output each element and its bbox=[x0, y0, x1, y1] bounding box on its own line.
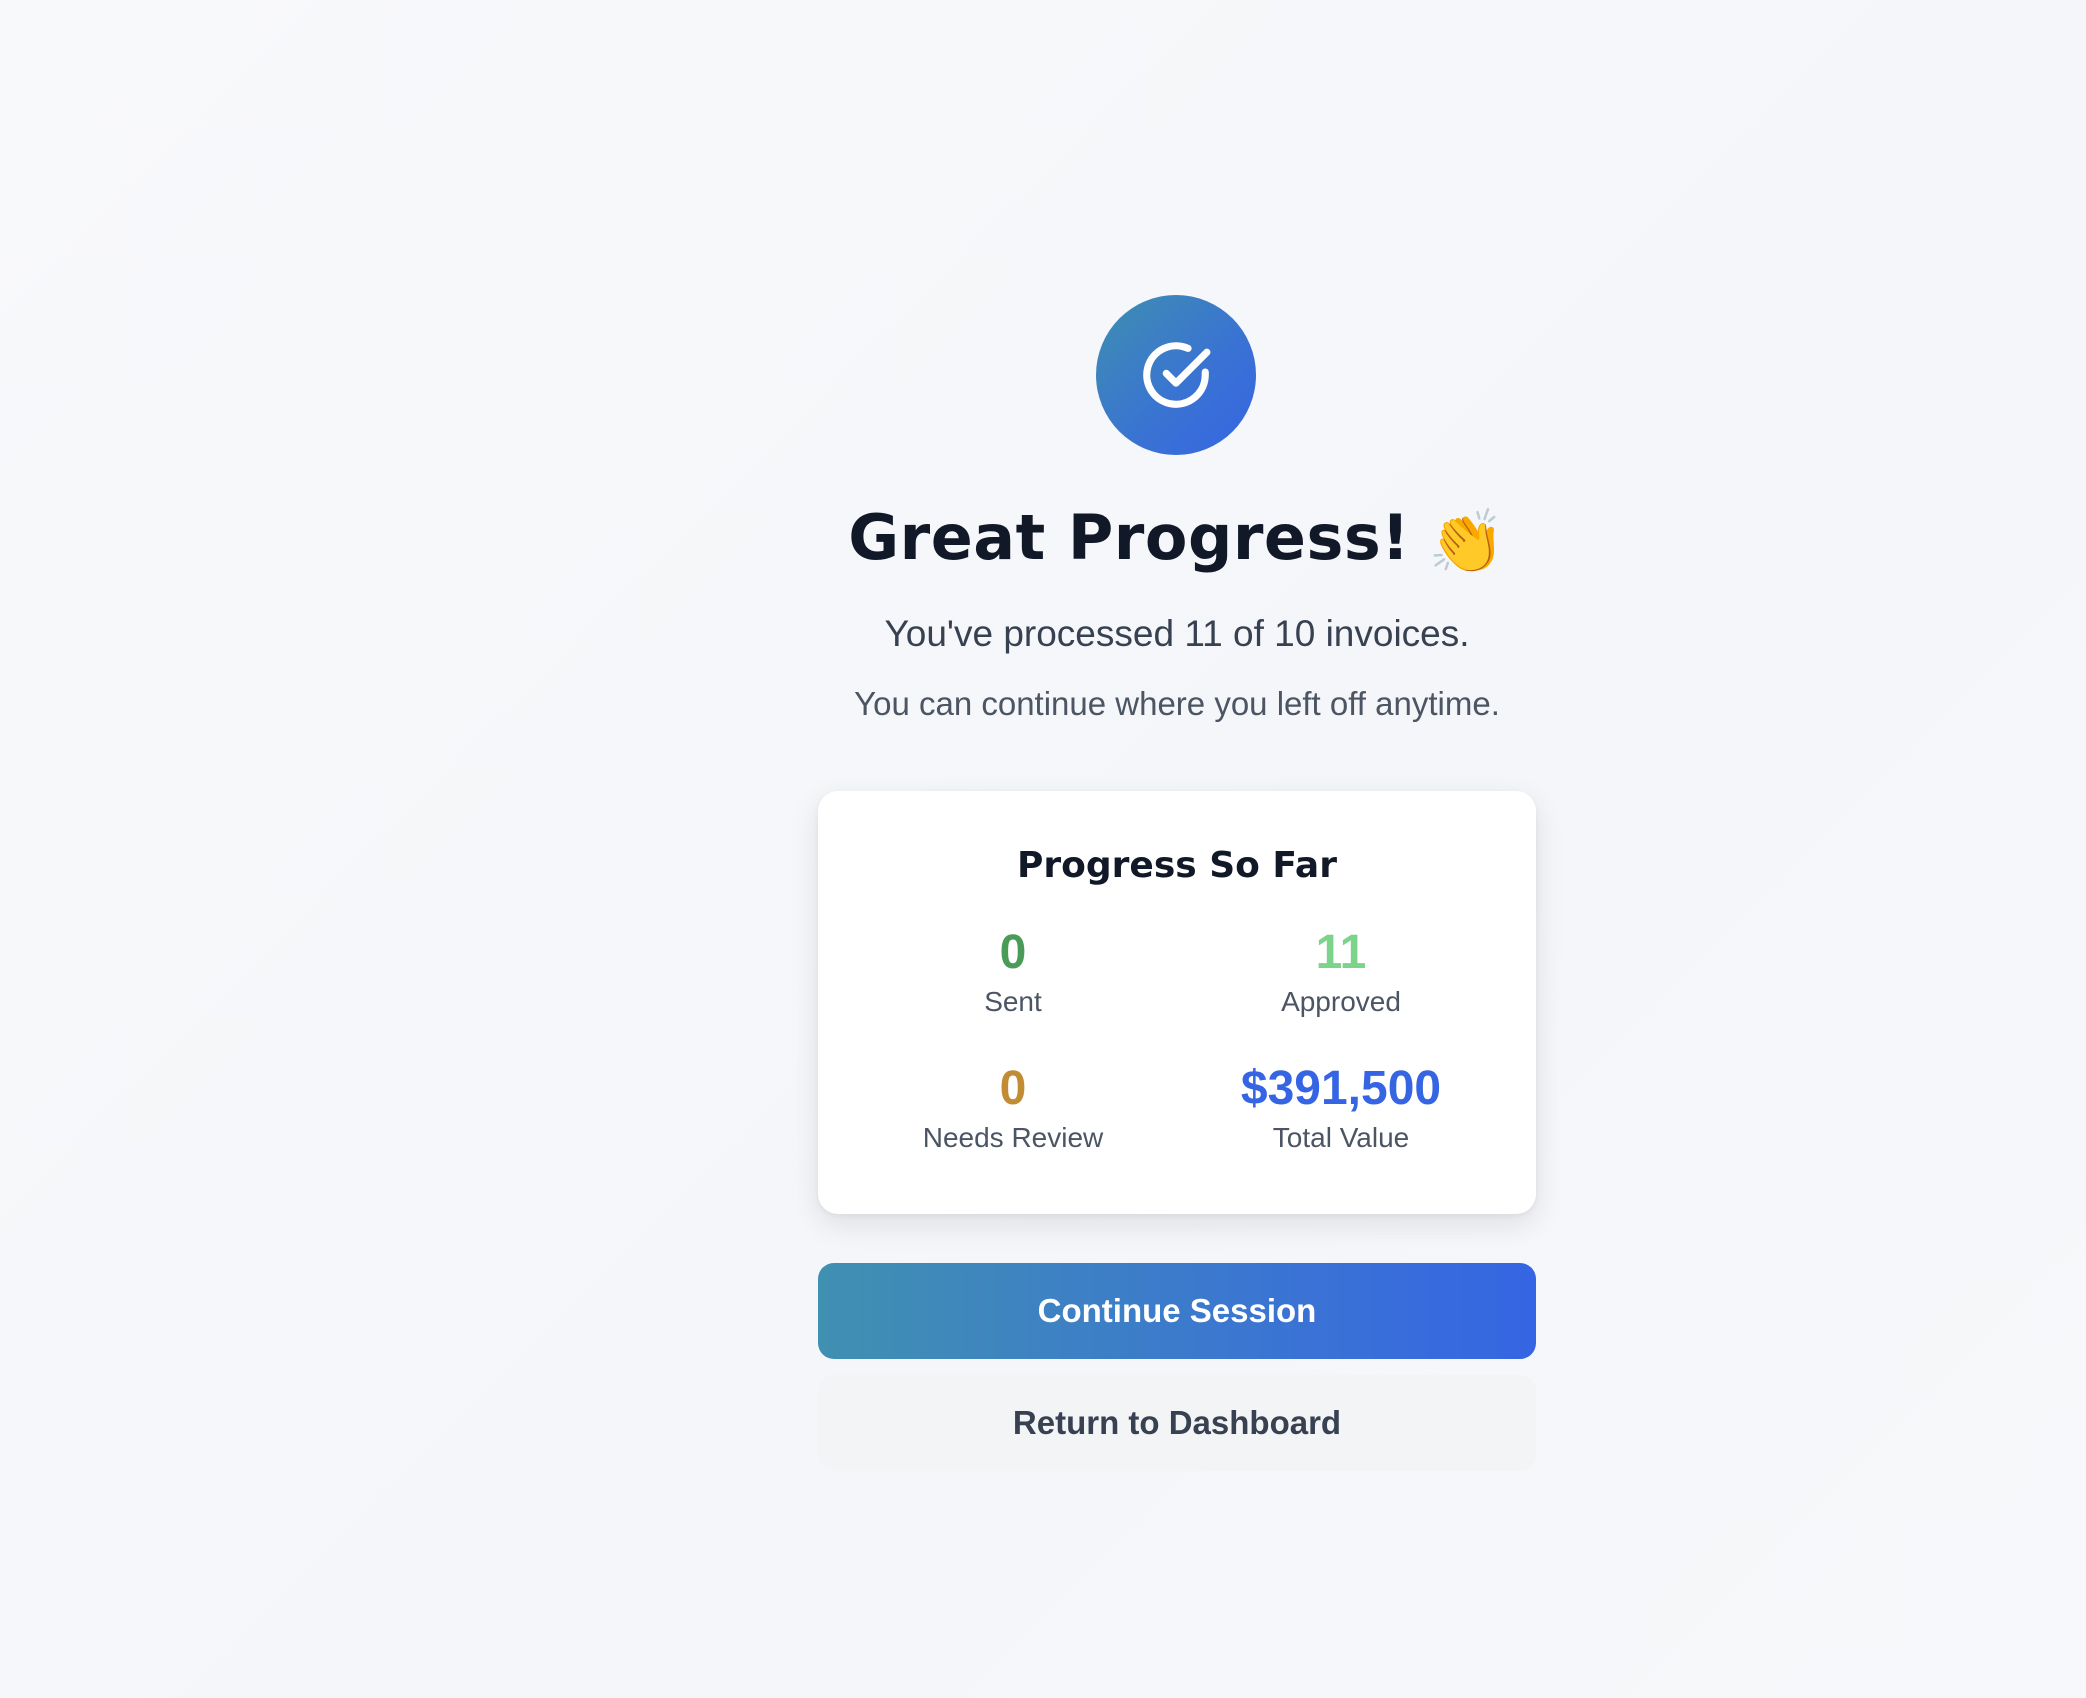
continue-session-button[interactable]: Continue Session bbox=[818, 1263, 1536, 1359]
stat-approved-label: Approved bbox=[1281, 986, 1401, 1017]
stat-needs-review-label: Needs Review bbox=[922, 1122, 1104, 1153]
success-badge bbox=[1096, 295, 1256, 455]
stat-sent-label: Sent bbox=[984, 986, 1042, 1017]
clapping-hands-icon: 👏 bbox=[1428, 505, 1506, 578]
return-to-dashboard-button[interactable]: Return to Dashboard bbox=[818, 1375, 1536, 1471]
progress-card-title: Progress So Far bbox=[1017, 845, 1337, 886]
stat-needs-review-value: 0 bbox=[999, 1062, 1027, 1115]
title-text: Great Progress! bbox=[848, 501, 1411, 574]
progress-summary: You've processed 11 of 10 invoices. bbox=[884, 613, 1470, 654]
stat-sent: 0 Sent bbox=[863, 924, 1163, 1020]
stat-total-value-label: Total Value bbox=[1272, 1122, 1410, 1153]
stat-needs-review: 0 Needs Review bbox=[863, 1060, 1163, 1156]
stat-total-value-amount: $391,500 bbox=[1240, 1062, 1442, 1115]
stat-approved-value: 11 bbox=[1315, 926, 1367, 979]
page-title: Great Progress! 👏 bbox=[818, 498, 1536, 582]
progress-card: Progress So Far 0 Sent 11 Approved 0 Nee… bbox=[818, 791, 1536, 1214]
stat-sent-value: 0 bbox=[999, 926, 1027, 979]
stat-approved: 11 Approved bbox=[1191, 924, 1491, 1020]
check-circle-icon bbox=[1143, 342, 1211, 408]
resume-hint: You can continue where you left off anyt… bbox=[854, 685, 1500, 722]
stat-total-value: $391,500 Total Value bbox=[1191, 1060, 1491, 1156]
